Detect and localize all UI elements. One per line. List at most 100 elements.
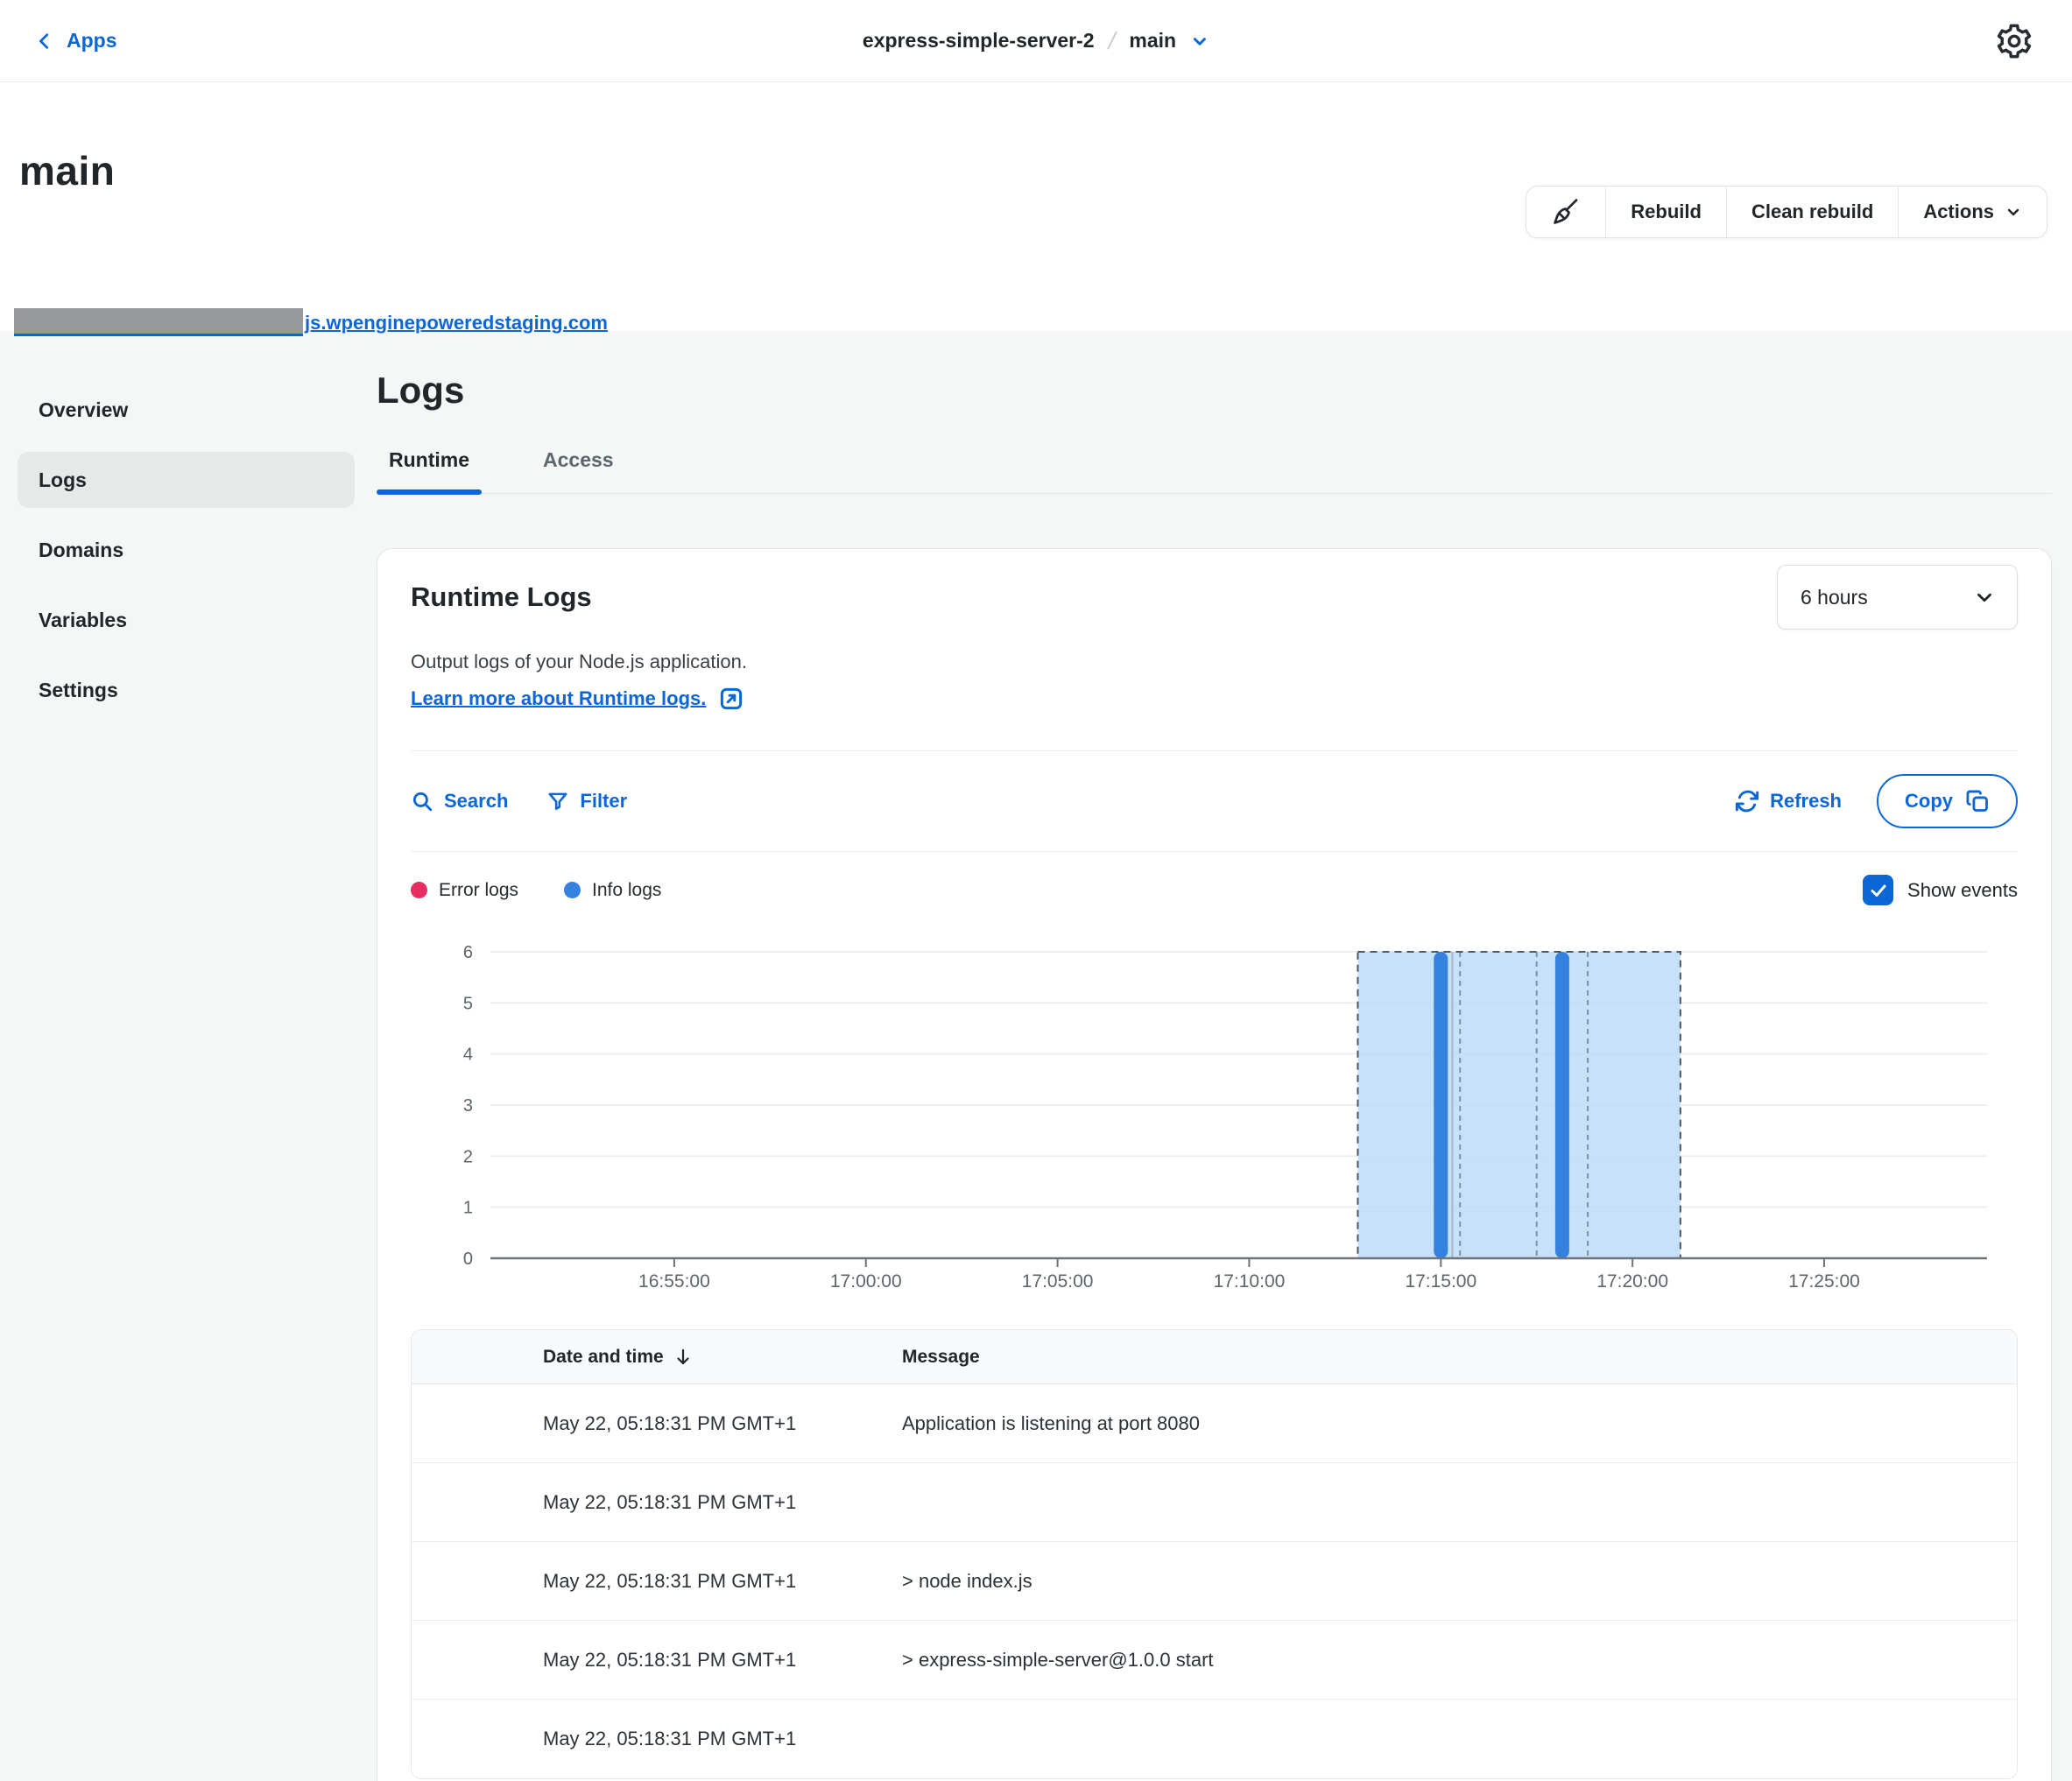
log-datetime: May 22, 05:18:31 PM GMT+1 bbox=[412, 1728, 902, 1750]
svg-text:17:25:00: 17:25:00 bbox=[1788, 1271, 1860, 1292]
search-button[interactable]: Search bbox=[411, 790, 508, 813]
column-header-datetime[interactable]: Date and time bbox=[412, 1347, 902, 1368]
time-range-select[interactable]: 6 hours bbox=[1777, 565, 2018, 630]
divider bbox=[411, 851, 2018, 852]
sort-descending-icon bbox=[673, 1347, 694, 1368]
tab-access[interactable]: Access bbox=[531, 448, 626, 493]
page-title: main bbox=[19, 147, 115, 194]
runtime-logs-panel: Runtime Logs 6 hours Output logs of your… bbox=[377, 548, 2052, 1781]
refresh-icon bbox=[1735, 789, 1759, 813]
chevron-down-icon bbox=[2005, 203, 2022, 221]
table-row[interactable]: May 22, 05:18:31 PM GMT+1 > node index.j… bbox=[412, 1542, 2017, 1621]
sidebar-item-overview[interactable]: Overview bbox=[18, 382, 355, 438]
copy-label: Copy bbox=[1905, 790, 1953, 813]
svg-text:17:00:00: 17:00:00 bbox=[830, 1271, 902, 1292]
logs-table: Date and time Message May 22, 05:18:31 P… bbox=[411, 1329, 2018, 1779]
panel-header: Runtime Logs 6 hours bbox=[411, 565, 2018, 630]
copy-button[interactable]: Copy bbox=[1877, 774, 2018, 828]
sidebar-item-logs[interactable]: Logs bbox=[18, 452, 355, 508]
panel-description: Output logs of your Node.js application. bbox=[411, 651, 2018, 673]
refresh-button[interactable]: Refresh bbox=[1735, 789, 1842, 813]
chevron-left-icon bbox=[35, 32, 54, 51]
log-message: > node index.js bbox=[902, 1570, 2017, 1593]
checkbox-checked-icon[interactable] bbox=[1863, 875, 1893, 905]
learn-more-label: Learn more about Runtime logs. bbox=[411, 687, 706, 710]
svg-text:17:15:00: 17:15:00 bbox=[1405, 1271, 1476, 1292]
actions-dropdown-button[interactable]: Actions bbox=[1899, 187, 2047, 237]
datetime-header-label: Date and time bbox=[543, 1347, 664, 1368]
legend-error-logs: Error logs bbox=[411, 880, 518, 901]
table-row[interactable]: May 22, 05:18:31 PM GMT+1 bbox=[412, 1463, 2017, 1542]
svg-text:3: 3 bbox=[463, 1096, 473, 1116]
environment-header: main js.wpenginepoweredstaging.com Rebui… bbox=[0, 82, 2072, 331]
filter-icon bbox=[546, 790, 569, 813]
log-message: Application is listening at port 8080 bbox=[902, 1412, 2017, 1435]
sidebar-item-domains[interactable]: Domains bbox=[18, 522, 355, 578]
svg-text:17:05:00: 17:05:00 bbox=[1022, 1271, 1094, 1292]
svg-text:16:55:00: 16:55:00 bbox=[638, 1271, 710, 1292]
chevron-down-icon bbox=[1973, 586, 1996, 609]
environment-url-link[interactable]: js.wpenginepoweredstaging.com bbox=[14, 308, 608, 336]
svg-text:1: 1 bbox=[463, 1199, 473, 1218]
svg-text:17:10:00: 17:10:00 bbox=[1214, 1271, 1286, 1292]
section-title: Logs bbox=[377, 370, 2052, 412]
redacted-url-part bbox=[14, 308, 303, 336]
breadcrumb-app-name: express-simple-server-2 bbox=[863, 29, 1095, 53]
logs-toolbar: Search Filter bbox=[411, 751, 2018, 851]
breadcrumb-separator: / bbox=[1105, 27, 1118, 55]
content-area: Overview Logs Domains Variables Settings… bbox=[0, 331, 2072, 1781]
table-row[interactable]: May 22, 05:18:31 PM GMT+1 > express-simp… bbox=[412, 1621, 2017, 1700]
external-link-icon bbox=[718, 686, 744, 712]
legend-error-label: Error logs bbox=[439, 880, 518, 901]
filter-button[interactable]: Filter bbox=[546, 790, 627, 813]
environment-url-visible: js.wpenginepoweredstaging.com bbox=[305, 312, 608, 334]
svg-text:5: 5 bbox=[463, 994, 473, 1013]
breadcrumb: express-simple-server-2 / main bbox=[863, 27, 1209, 55]
svg-text:6: 6 bbox=[463, 943, 473, 962]
main-column: Logs Runtime Access Runtime Logs 6 hours… bbox=[372, 331, 2072, 1781]
broom-icon bbox=[1551, 197, 1581, 227]
column-header-message[interactable]: Message bbox=[902, 1347, 2017, 1368]
table-header: Date and time Message bbox=[412, 1330, 2017, 1384]
settings-gear-icon[interactable] bbox=[1995, 22, 2033, 60]
back-to-apps-link[interactable]: Apps bbox=[35, 29, 117, 53]
logs-frequency-chart[interactable]: 0 1 2 3 4 5 6 16:55:00 17:00:00 17:05:00 17:10:00 1… bbox=[411, 930, 2018, 1298]
sidebar-item-settings[interactable]: Settings bbox=[18, 662, 355, 718]
sidebar: Overview Logs Domains Variables Settings bbox=[0, 331, 372, 1781]
time-range-value: 6 hours bbox=[1801, 586, 1868, 609]
sidebar-item-variables[interactable]: Variables bbox=[18, 592, 355, 648]
svg-text:17:20:00: 17:20:00 bbox=[1596, 1271, 1668, 1292]
environment-actions-group: Rebuild Clean rebuild Actions bbox=[1526, 186, 2047, 238]
chevron-down-icon[interactable] bbox=[1190, 32, 1209, 51]
tab-runtime[interactable]: Runtime bbox=[377, 448, 482, 493]
legend-info-label: Info logs bbox=[592, 880, 661, 901]
info-dot-icon bbox=[564, 882, 581, 898]
filter-label: Filter bbox=[580, 790, 627, 813]
log-datetime: May 22, 05:18:31 PM GMT+1 bbox=[412, 1649, 902, 1672]
table-row[interactable]: May 22, 05:18:31 PM GMT+1 Application is… bbox=[412, 1384, 2017, 1463]
breadcrumb-env-name[interactable]: main bbox=[1129, 29, 1176, 53]
search-label: Search bbox=[444, 790, 508, 813]
search-icon bbox=[411, 790, 433, 813]
show-events-label: Show events bbox=[1907, 879, 2018, 902]
clean-cache-button[interactable] bbox=[1526, 187, 1605, 237]
log-datetime: May 22, 05:18:31 PM GMT+1 bbox=[412, 1570, 902, 1593]
svg-text:4: 4 bbox=[463, 1045, 473, 1065]
rebuild-button[interactable]: Rebuild bbox=[1606, 187, 1726, 237]
copy-icon bbox=[1965, 789, 1990, 813]
back-to-apps-label: Apps bbox=[67, 29, 117, 53]
svg-text:2: 2 bbox=[463, 1147, 473, 1166]
panel-title: Runtime Logs bbox=[411, 581, 592, 613]
legend-info-logs: Info logs bbox=[564, 880, 661, 901]
top-nav: Apps express-simple-server-2 / main bbox=[0, 0, 2072, 82]
log-message: > express-simple-server@1.0.0 start bbox=[902, 1649, 2017, 1672]
clean-rebuild-button[interactable]: Clean rebuild bbox=[1727, 187, 1898, 237]
chart-legend: Error logs Info logs Show events bbox=[411, 875, 2018, 905]
learn-more-link[interactable]: Learn more about Runtime logs. bbox=[411, 686, 744, 712]
actions-label: Actions bbox=[1923, 201, 1994, 223]
svg-text:0: 0 bbox=[463, 1250, 473, 1269]
table-row[interactable]: May 22, 05:18:31 PM GMT+1 bbox=[412, 1700, 2017, 1778]
show-events-toggle[interactable]: Show events bbox=[1863, 875, 2018, 905]
error-dot-icon bbox=[411, 882, 427, 898]
log-datetime: May 22, 05:18:31 PM GMT+1 bbox=[412, 1412, 902, 1435]
